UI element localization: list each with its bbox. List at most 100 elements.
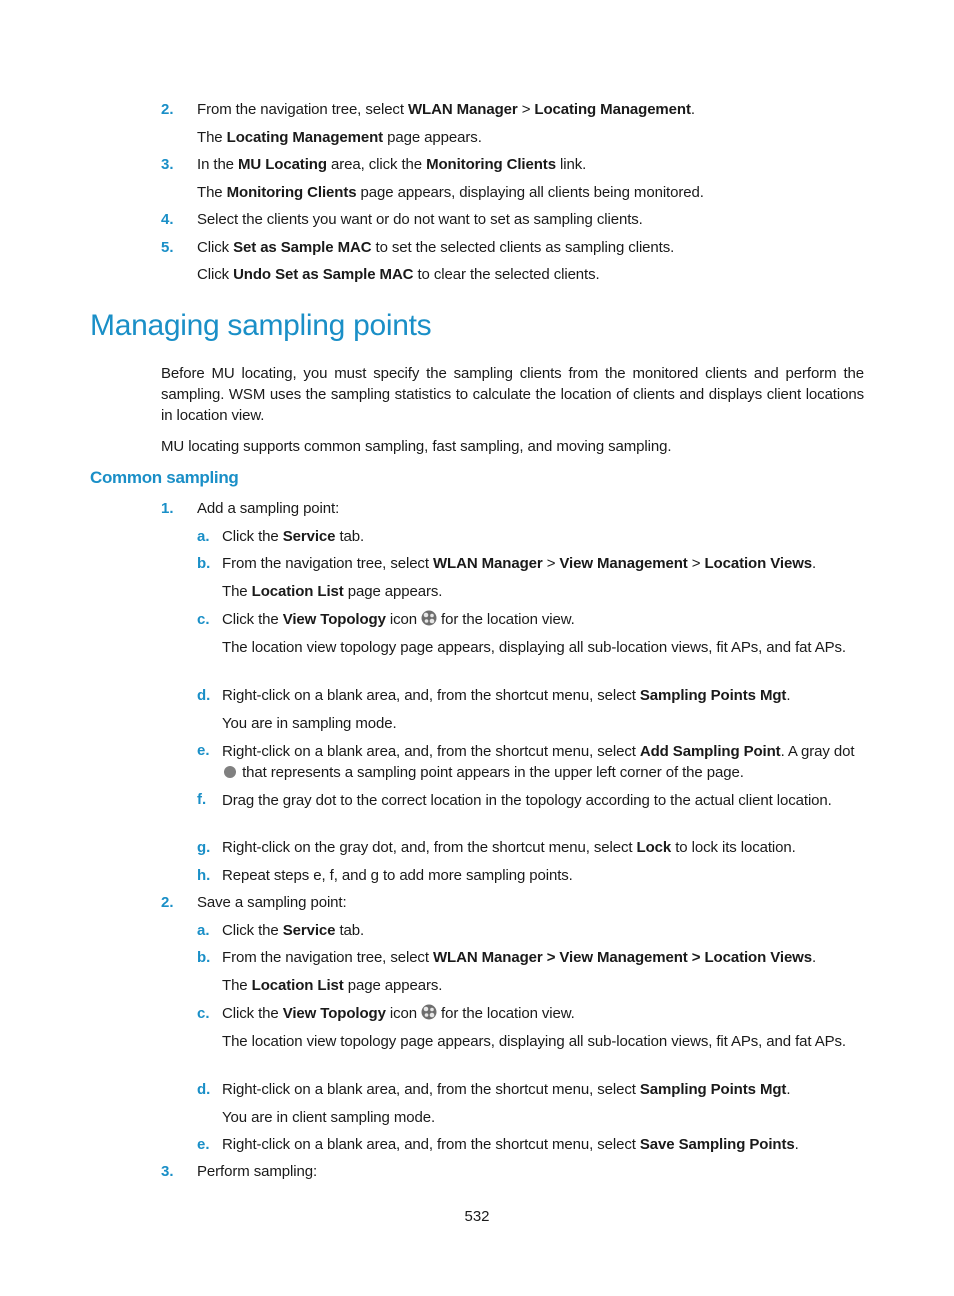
substep-text: Click the Service tab.	[222, 921, 364, 941]
substep-letter: b.	[197, 555, 211, 572]
ui-term: Service	[282, 922, 336, 939]
text: Click the	[222, 611, 283, 628]
substep-text: Drag the gray dot to the correct locatio…	[222, 792, 832, 809]
gray-dot-icon	[224, 766, 236, 778]
substep-letter: g.	[197, 839, 211, 856]
substep-note: You are in client sampling mode.	[222, 1109, 436, 1126]
substep-letter: c.	[197, 611, 210, 628]
text: Click	[197, 239, 234, 256]
ui-term: Location List	[251, 583, 344, 600]
ui-term: Location Views	[704, 555, 813, 572]
text: Right-click on a blank area, and, from t…	[222, 1081, 640, 1098]
substep-text: From the navigation tree, select WLAN Ma…	[222, 554, 816, 574]
substep-text: Click the View Topology icon for the loca…	[222, 1004, 575, 1024]
text: Right-click on a blank area, and, from t…	[222, 743, 640, 760]
substep-letter: h.	[197, 867, 211, 884]
substep-text: Right-click on a blank area, and, from t…	[222, 1080, 790, 1100]
substep-letter: d.	[197, 1081, 211, 1098]
substep-letter: c.	[197, 1005, 210, 1022]
step-text: Perform sampling:	[197, 1163, 318, 1180]
section-title: Managing sampling points	[90, 309, 432, 342]
substep-letter: e.	[197, 742, 210, 759]
step-number: 4.	[161, 211, 174, 228]
view-topology-icon	[421, 610, 437, 626]
text: Right-click on the gray dot, and, from t…	[222, 839, 637, 856]
substep-text: Repeat steps e, f, and g to add more sam…	[222, 867, 573, 884]
substep-text: Click the View Topology icon for the loca…	[222, 610, 575, 630]
step-number: 3.	[161, 156, 174, 173]
text: Click the	[222, 528, 283, 545]
text: From the navigation tree, select	[222, 555, 433, 572]
text: The	[197, 129, 227, 146]
intro-paragraph-2: MU locating supports common sampling, fa…	[161, 438, 672, 455]
text: Click the	[222, 1005, 283, 1022]
step-number: 2.	[161, 894, 174, 911]
ui-term: Monitoring Clients	[426, 156, 556, 173]
step-text: In the MU Locating area, click the Monit…	[197, 155, 586, 175]
step-note: The Locating Management page appears.	[197, 128, 482, 148]
step-text: From the navigation tree, select WLAN Ma…	[197, 100, 695, 120]
text: From the navigation tree, select	[197, 101, 408, 118]
text: The	[197, 184, 227, 201]
substep-text: Right-click on the gray dot, and, from t…	[222, 838, 796, 858]
text: .	[812, 949, 817, 966]
substep-letter: b.	[197, 949, 211, 966]
ui-term: Monitoring Clients	[226, 184, 357, 201]
text: link.	[555, 156, 587, 173]
substep-letter: e.	[197, 1136, 210, 1153]
text: Click the	[222, 922, 283, 939]
text: In the	[197, 156, 238, 173]
document-page: 2. From the navigation tree, select WLAN…	[0, 0, 954, 1296]
ui-term: MU Locating	[238, 156, 327, 173]
ui-term: Sampling Points Mgt	[639, 687, 787, 704]
text: to set the selected clients as sampling …	[371, 239, 675, 256]
substep-letter: f.	[197, 791, 207, 808]
ui-term: Set as Sample MAC	[233, 239, 372, 256]
ui-term: WLAN Manager > View Management > Locatio…	[432, 949, 812, 966]
step-text: Click Set as Sample MAC to set the selec…	[197, 238, 674, 258]
substep-note: The Location List page appears.	[222, 976, 442, 996]
text: for the location view.	[441, 1005, 575, 1022]
text: for the location view.	[441, 611, 575, 628]
text: >	[542, 555, 560, 572]
substep-letter: d.	[197, 687, 211, 704]
text: From the navigation tree, select	[222, 949, 433, 966]
substep-note: The location view topology page appears,…	[222, 639, 846, 656]
ui-term: WLAN Manager	[407, 101, 518, 118]
step-text: Add a sampling point:	[197, 500, 340, 517]
step-number: 1.	[161, 500, 174, 517]
substep-text: Right-click on a blank area, and, from t…	[222, 686, 790, 706]
text: page appears.	[383, 129, 482, 146]
substep-text: Right-click on a blank area, and, from t…	[222, 741, 862, 783]
step-text: Select the clients you want or do not wa…	[197, 211, 643, 228]
text: .	[812, 555, 817, 572]
step-text: Save a sampling point:	[197, 894, 347, 911]
substep-note: You are in sampling mode.	[222, 715, 397, 732]
ui-term: Save Sampling Points	[639, 1136, 795, 1153]
text: page appears.	[343, 583, 443, 600]
subsection-title: Common sampling	[90, 468, 239, 487]
text: .	[786, 687, 791, 704]
substep-text: Click the Service tab.	[222, 527, 364, 547]
text: page appears, displaying all clients bei…	[356, 184, 704, 201]
ui-term: Service	[282, 528, 336, 545]
text: that represents a sampling point appears…	[242, 764, 744, 781]
substep-letter: a.	[197, 922, 210, 939]
text: The	[222, 977, 252, 994]
text: >	[687, 555, 705, 572]
step-note: Click Undo Set as Sample MAC to clear th…	[197, 265, 600, 285]
text: Click	[197, 266, 234, 283]
step-number: 5.	[161, 239, 174, 256]
text: .	[786, 1081, 791, 1098]
text: .	[794, 1136, 799, 1153]
substep-text: Right-click on a blank area, and, from t…	[222, 1135, 799, 1155]
text: page appears.	[343, 977, 443, 994]
step-number: 3.	[161, 1163, 174, 1180]
ui-term: WLAN Manager	[432, 555, 543, 572]
substep-text: From the navigation tree, select WLAN Ma…	[222, 948, 816, 968]
substep-note: The location view topology page appears,…	[222, 1033, 846, 1050]
text: >	[517, 101, 535, 118]
text: icon	[385, 1005, 418, 1022]
text: to clear the selected clients.	[413, 266, 600, 283]
ui-term: Undo Set as Sample MAC	[233, 266, 414, 283]
